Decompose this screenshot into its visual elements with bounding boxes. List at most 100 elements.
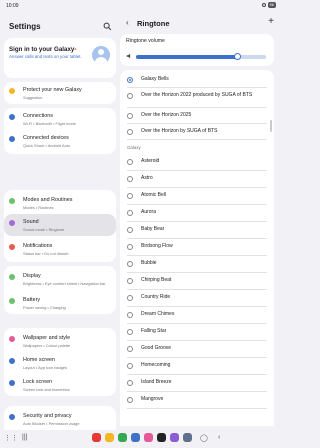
radio-button[interactable] [127,76,133,83]
radio-button[interactable] [127,128,133,135]
ringtone-label: Aurora [141,208,157,215]
ringtone-label: Atomic Bell [141,191,167,198]
item-subtitle: Suggestion [23,94,43,100]
radio-button[interactable] [127,328,133,335]
item-subtitle: Quick Share • Android Auto [23,142,70,148]
speaker-icon [126,53,131,59]
dock-app-icon[interactable] [157,433,166,442]
radio-button[interactable] [127,243,133,250]
settings-item-home-screen[interactable]: Home screen Layout • App icon badges [4,352,116,374]
radio-button[interactable] [127,226,133,233]
check-circle-icon [9,198,15,204]
item-subtitle: Layout • App icon badges [23,364,67,370]
search-icon[interactable] [103,22,112,31]
settings-item-connected-devices[interactable]: Connected devices Quick Share • Android … [4,130,116,152]
dock-app-icon[interactable] [144,433,153,442]
clock: 10:09 [6,3,19,9]
volume-card: Ringtone volume [120,34,274,66]
settings-item-security[interactable]: Security and privacy Auto Blocker • Perm… [4,408,116,430]
dock-app-icon[interactable] [105,433,114,442]
ringtone-option[interactable]: Over the Horizon 2022 produced by SUGA o… [120,88,274,106]
palette-icon [9,336,15,342]
item-title: Notifications [23,243,53,249]
radio-button[interactable] [127,294,133,301]
ringtone-label: Over the Horizon 2025 [141,111,192,118]
shield-icon [9,88,15,94]
radio-button[interactable] [127,209,133,216]
dock-app-icon[interactable] [183,433,192,442]
settings-group: Protect your new Galaxy Suggestion [4,82,116,104]
settings-group: Security and privacy Auto Blocker • Perm… [4,406,116,430]
radio-button[interactable] [127,158,133,165]
ringtone-header: ‹ Ringtone + [120,12,278,34]
item-subtitle: Sound mode • Ringtone [23,226,65,232]
radio-button[interactable] [127,92,133,99]
radio-button[interactable] [127,277,133,284]
sun-icon [9,274,15,280]
radio-button[interactable] [127,175,133,182]
item-title: Sound [23,219,39,225]
item-subtitle: Auto Blocker • Permission usage [23,420,80,426]
settings-item-lock-screen[interactable]: Lock screen Screen lock and biometrics [4,374,116,396]
radio-button[interactable] [127,311,133,318]
back-nav-icon[interactable]: ‹ [218,434,220,441]
settings-item-notifications[interactable]: Notifications Status bar • Do not distur… [4,238,116,260]
radio-button[interactable] [127,260,133,267]
dock-app-icon[interactable] [170,433,179,442]
settings-item-protect[interactable]: Protect your new Galaxy Suggestion [4,82,116,104]
status-bar: 10:09 96 [0,0,280,12]
ringtone-label: Galaxy Bells [141,75,169,82]
volume-label: Ringtone volume [126,38,165,44]
section-label: Galaxy [127,145,141,150]
dock-app-icon[interactable] [92,433,101,442]
ringtone-label: Birdsong Flow [141,242,173,249]
item-subtitle: Wallpapers • Colour palette [23,342,71,348]
radio-button[interactable] [127,379,133,386]
volume-thumb[interactable] [233,53,241,60]
ringtone-label: Mangrove [141,395,164,402]
recent-apps-icon[interactable]: ||| [22,434,27,441]
home-icon[interactable]: ◯ [200,434,208,442]
add-icon[interactable]: + [268,16,274,27]
item-title: Lock screen [23,379,53,385]
item-subtitle: Status bar • Do not disturb [23,250,69,256]
speaker-icon [9,220,15,226]
apps-grid-icon[interactable]: ⋮⋮ [4,434,18,442]
radio-button[interactable] [127,396,133,403]
radio-button[interactable] [127,345,133,352]
ringtone-label: Bubble [141,259,157,266]
item-title: Security and privacy [23,413,72,419]
ringtone-label: Baby Bear [141,225,165,232]
dock-app-icon[interactable] [118,433,127,442]
scrollbar[interactable] [270,120,272,132]
ringtone-label: Good Groove [141,344,172,351]
settings-item-display[interactable]: Display Brightness • Eye comfort shield … [4,268,116,290]
item-title: Protect your new Galaxy [23,87,82,93]
volume-slider[interactable] [136,53,266,60]
item-title: Connected devices [23,135,69,141]
ringtone-label: Over the Horizon 2022 produced by SUGA o… [141,91,253,98]
wifi-icon [261,3,266,7]
radio-button[interactable] [127,362,133,369]
settings-item-battery[interactable]: Battery Power saving • Charging [4,292,116,314]
settings-item-connections[interactable]: Connections Wi-Fi • Bluetooth • Flight m… [4,108,116,130]
dock-app-icon[interactable] [131,433,140,442]
ringtone-label: Country Ride [141,293,171,300]
back-icon[interactable]: ‹ [126,18,129,27]
settings-item-modes[interactable]: Modes and Routines Modes • Routines [4,192,116,214]
signin-title: Sign in to your Galaxy• [9,46,77,53]
item-title: Home screen [23,357,56,363]
item-subtitle: Power saving • Charging [23,304,66,310]
samsung-account-card[interactable]: Sign in to your Galaxy• Answer calls and… [4,38,116,78]
item-subtitle: Screen lock and biometrics [23,386,70,392]
settings-item-sound[interactable]: Sound Sound mode • Ringtone [4,214,116,236]
radio-button[interactable] [127,112,133,119]
lock-icon [9,380,15,386]
settings-item-wallpaper[interactable]: Wallpaper and style Wallpapers • Colour … [4,330,116,352]
security-icon [9,414,15,420]
item-title: Wallpaper and style [23,335,71,341]
divider [127,408,267,409]
settings-group: Connections Wi-Fi • Bluetooth • Flight m… [4,108,116,154]
radio-button[interactable] [127,192,133,199]
item-title: Connections [23,113,53,119]
